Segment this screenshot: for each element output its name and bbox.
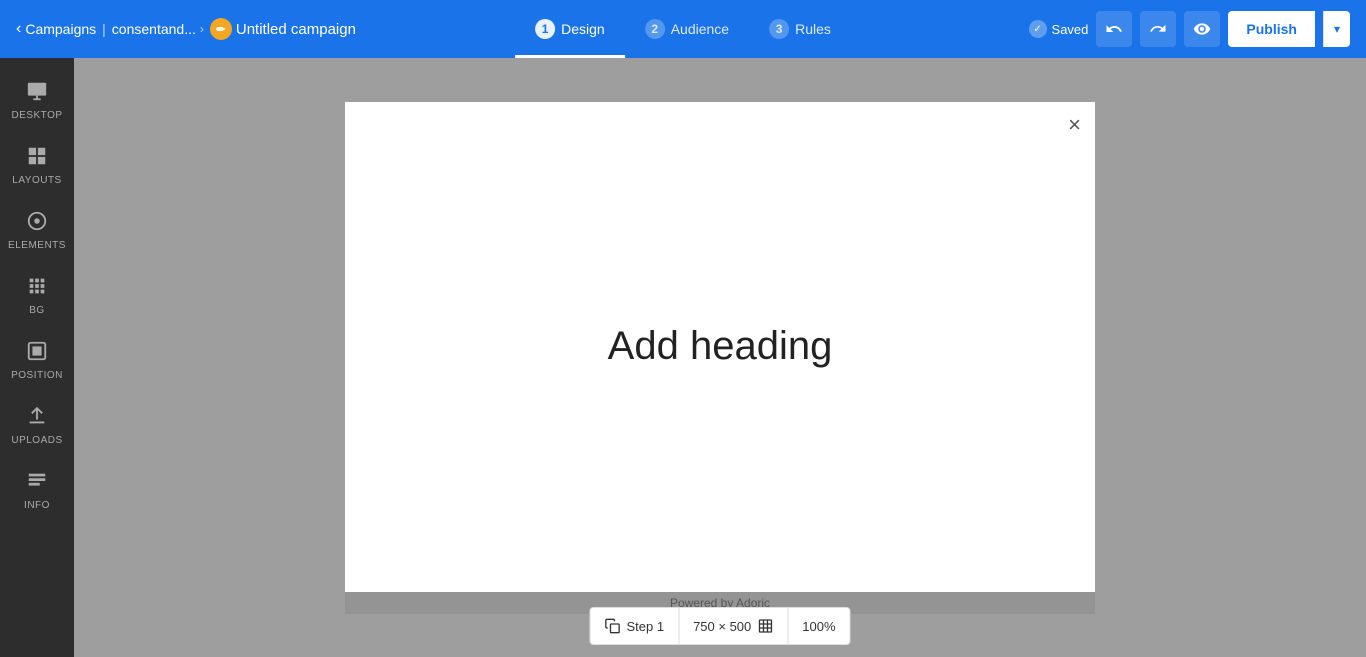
status-bar: Step 1 750 × 500 100%	[589, 607, 850, 645]
preview-button[interactable]	[1184, 11, 1220, 47]
sidebar-item-uploads[interactable]: UPLOADS	[0, 395, 74, 456]
org-breadcrumb[interactable]: consentand... ›	[112, 21, 204, 37]
saved-status: ✓ Saved	[1029, 20, 1089, 38]
back-arrow-icon: ‹	[16, 20, 21, 38]
saved-check-icon: ✓	[1029, 20, 1047, 38]
sidebar-label-elements: ELEMENTS	[8, 240, 66, 251]
redo-button[interactable]	[1140, 11, 1176, 47]
sidebar-item-info[interactable]: INFO	[0, 460, 74, 521]
info-icon	[26, 470, 48, 496]
tab-audience[interactable]: 2 Audience	[625, 0, 749, 58]
sidebar-label-desktop: DESKTOP	[11, 110, 62, 121]
close-popup-button[interactable]: ×	[1068, 114, 1081, 136]
sidebar-item-elements[interactable]: ELEMENTS	[0, 200, 74, 261]
campaign-breadcrumb[interactable]: ✏ Untitled campaign	[210, 18, 356, 40]
uploads-icon	[26, 405, 48, 431]
popup-wrapper: × Add heading Powered by Adoric	[345, 102, 1095, 614]
tab-rules-label: Rules	[795, 21, 831, 37]
org-chevron-icon: ›	[200, 22, 204, 36]
campaign-edit-icon: ✏	[210, 18, 232, 40]
desktop-icon	[26, 80, 48, 106]
left-sidebar: DESKTOP LAYOUTS ELEMENTS BG POSITION	[0, 58, 74, 657]
main-area: DESKTOP LAYOUTS ELEMENTS BG POSITION	[0, 58, 1366, 657]
elements-icon	[26, 210, 48, 236]
sidebar-label-uploads: UPLOADS	[11, 435, 62, 446]
publish-caret-button[interactable]: ▾	[1323, 11, 1350, 47]
undo-button[interactable]	[1096, 11, 1132, 47]
sidebar-item-position[interactable]: POSITION	[0, 330, 74, 391]
top-navigation: ‹ Campaigns | consentand... › ✏ Untitled…	[0, 0, 1366, 58]
tab-design-label: Design	[561, 21, 605, 37]
campaigns-label: Campaigns	[25, 21, 96, 37]
step-copy-icon	[604, 618, 620, 634]
tab-audience-label: Audience	[671, 21, 729, 37]
campaign-title: Untitled campaign	[236, 21, 356, 38]
tab-design[interactable]: 1 Design	[515, 0, 625, 58]
saved-label: Saved	[1052, 22, 1089, 37]
bg-icon	[26, 275, 48, 301]
layouts-icon	[26, 145, 48, 171]
size-label: 750 × 500	[693, 619, 751, 634]
org-label: consentand...	[112, 21, 196, 37]
canvas-area[interactable]: × Add heading Powered by Adoric Step 1 7…	[74, 58, 1366, 657]
sidebar-item-layouts[interactable]: LAYOUTS	[0, 135, 74, 196]
sidebar-label-info: INFO	[24, 500, 50, 511]
tab-design-number: 1	[535, 19, 555, 39]
tab-rules[interactable]: 3 Rules	[749, 0, 851, 58]
sidebar-label-bg: BG	[29, 305, 44, 316]
position-icon	[26, 340, 48, 366]
tab-rules-number: 3	[769, 19, 789, 39]
step-indicator[interactable]: Step 1	[590, 608, 679, 644]
breadcrumb-separator-1: |	[102, 21, 106, 37]
back-to-campaigns[interactable]: ‹ Campaigns	[16, 20, 96, 38]
popup-heading: Add heading	[608, 324, 833, 369]
resize-icon	[757, 618, 773, 634]
sidebar-item-desktop[interactable]: DESKTOP	[0, 70, 74, 131]
step-label: Step 1	[626, 619, 664, 634]
size-indicator[interactable]: 750 × 500	[679, 608, 788, 644]
sidebar-label-layouts: LAYOUTS	[12, 175, 61, 186]
zoom-indicator[interactable]: 100%	[788, 608, 849, 644]
popup-box[interactable]: × Add heading	[345, 102, 1095, 592]
publish-button[interactable]: Publish	[1228, 11, 1315, 47]
zoom-label: 100%	[802, 619, 835, 634]
sidebar-item-bg[interactable]: BG	[0, 265, 74, 326]
tab-bar: 1 Design 2 Audience 3 Rules	[515, 0, 851, 58]
tab-audience-number: 2	[645, 19, 665, 39]
topnav-actions: ✓ Saved Publish ▾	[1029, 11, 1350, 47]
sidebar-label-position: POSITION	[11, 370, 63, 381]
